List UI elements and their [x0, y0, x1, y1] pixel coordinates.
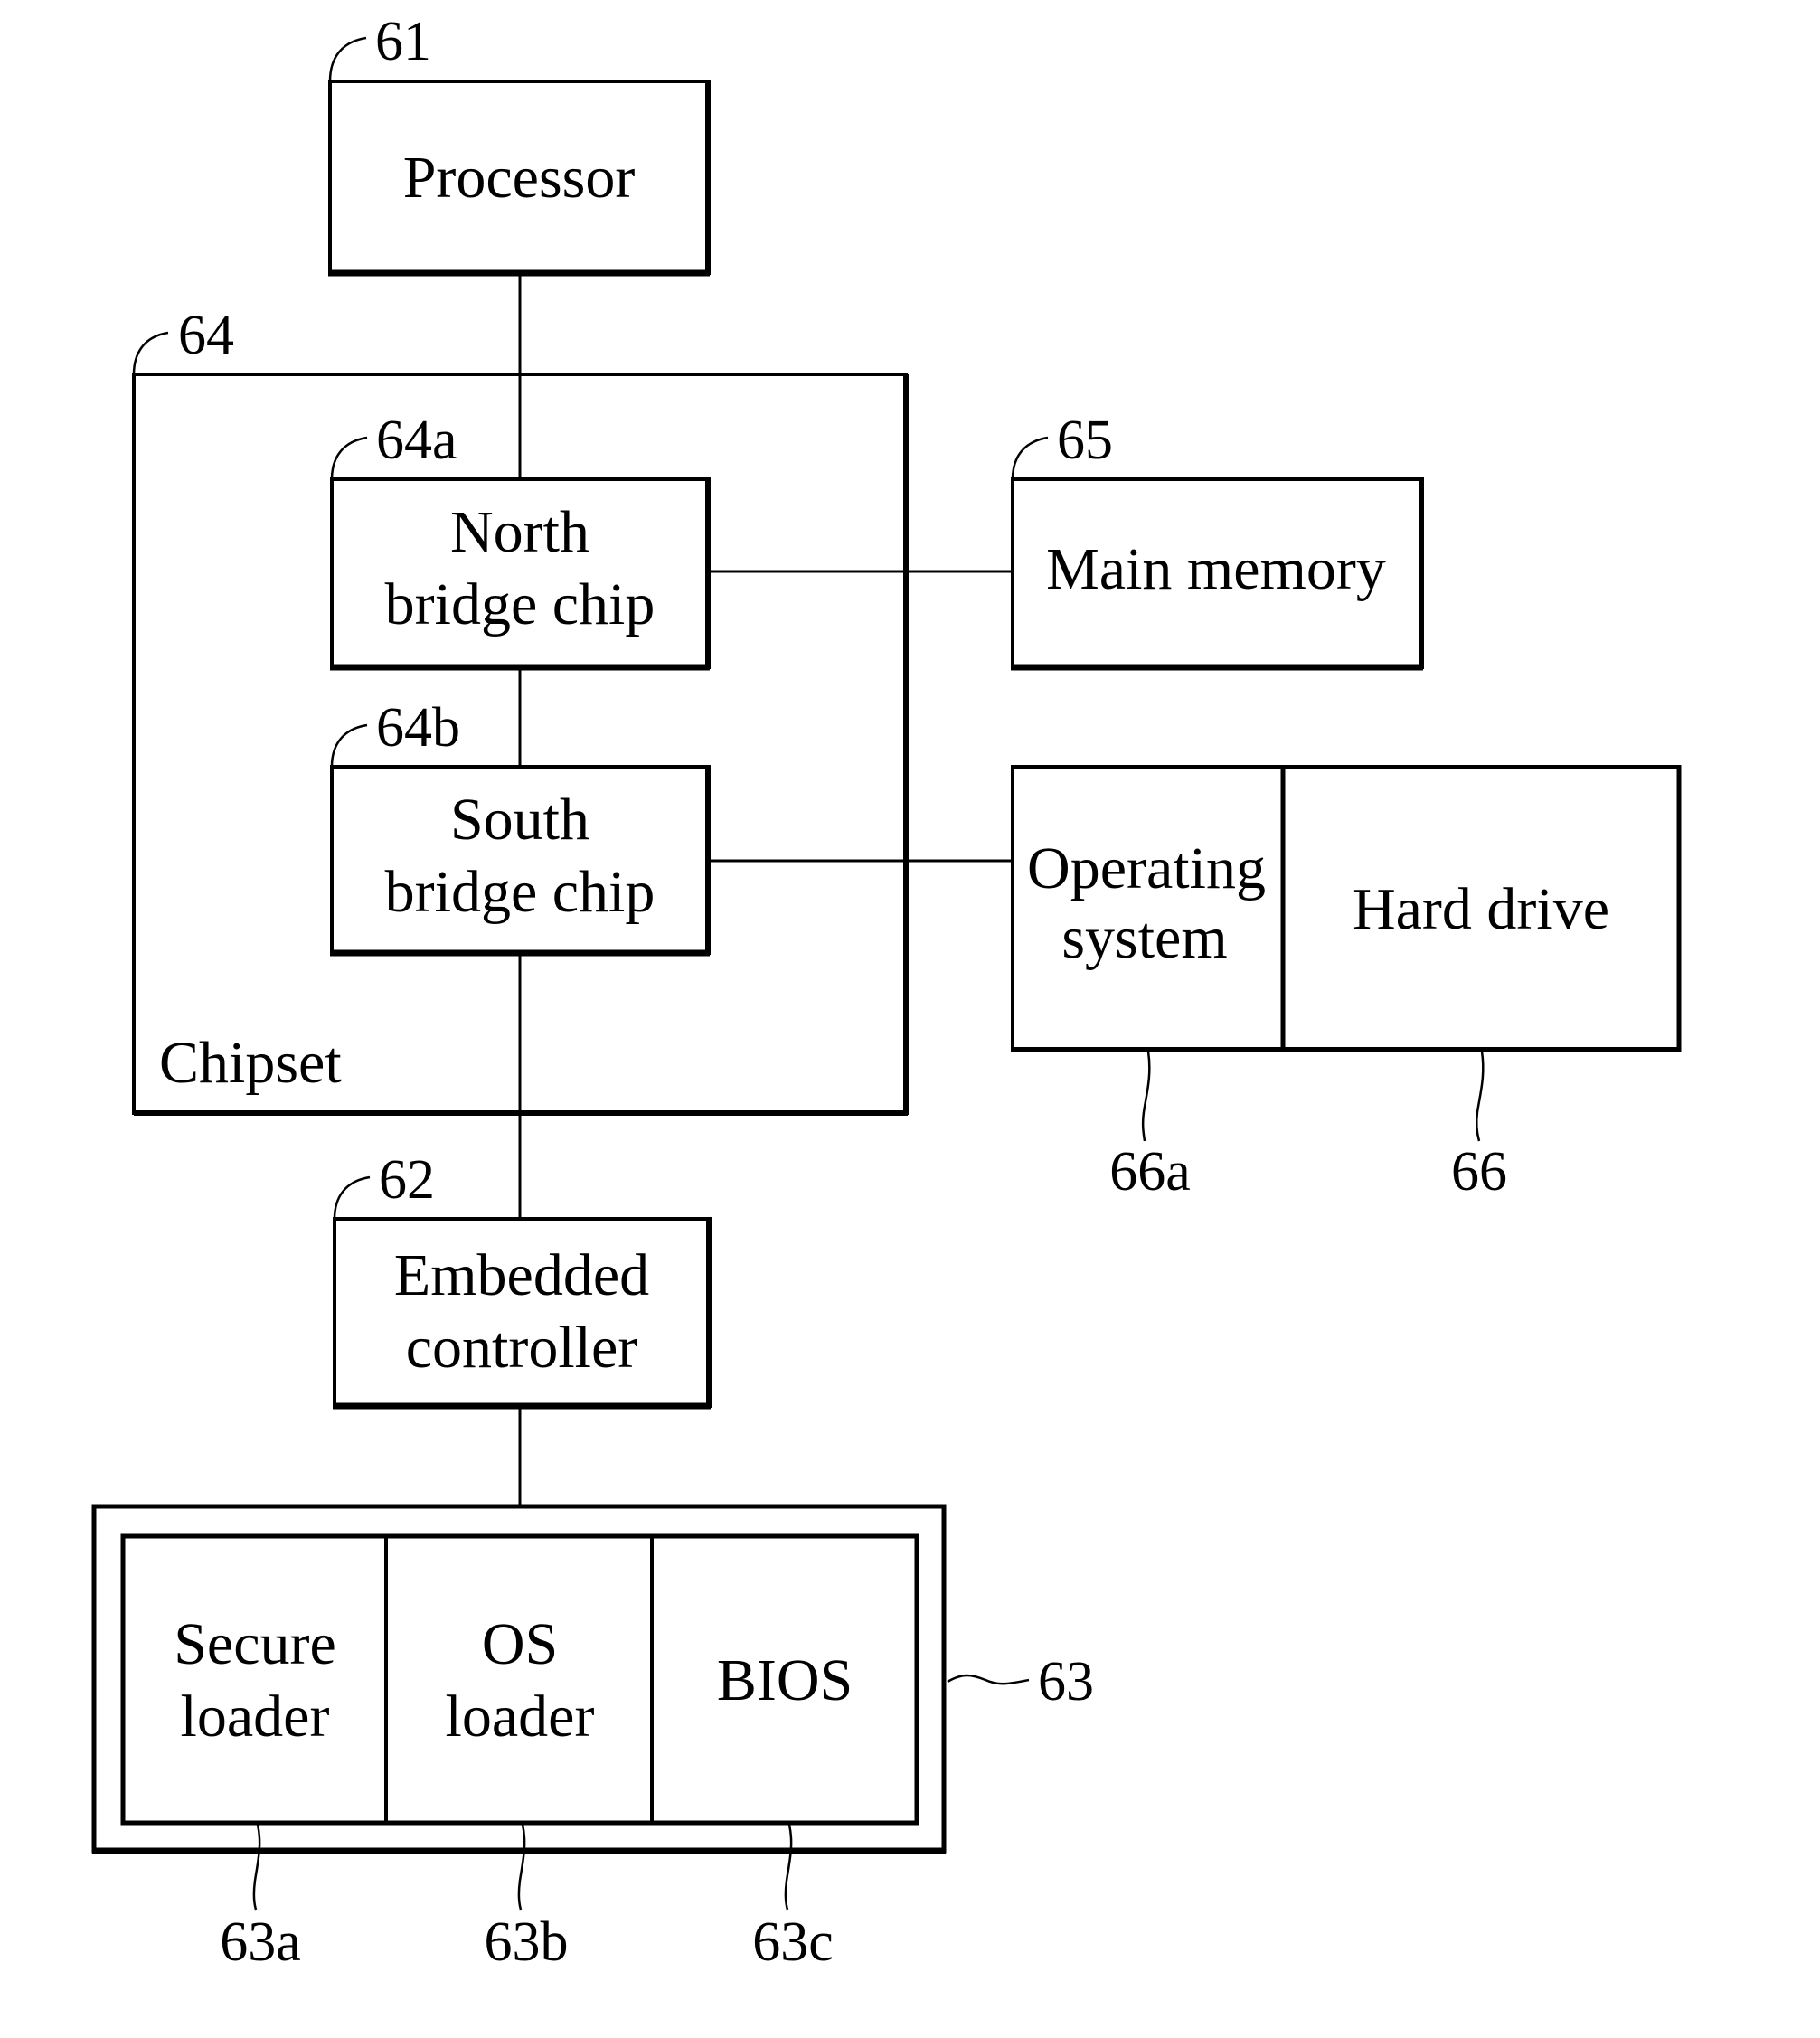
- embedded-controller-line1: Embedded: [394, 1242, 649, 1308]
- north-bridge-leader: [330, 436, 368, 480]
- chipset-label: Chipset: [159, 1030, 342, 1096]
- embedded-controller-leader: [333, 1175, 371, 1220]
- secure-loader-line2: loader: [181, 1684, 330, 1750]
- south-bridge-ref: 64b: [376, 697, 460, 759]
- os-loader-line1: OS: [482, 1611, 558, 1677]
- main-memory-label: Main memory: [1046, 536, 1386, 602]
- main-memory-box: Main memory: [1011, 477, 1424, 671]
- processor-ref: 61: [375, 11, 431, 72]
- secure-loader-ref: 63a: [220, 1911, 301, 1973]
- south-bridge-box: South bridge chip: [330, 765, 711, 957]
- embedded-controller-line2: controller: [406, 1315, 638, 1381]
- operating-system-ref: 66a: [1109, 1141, 1191, 1203]
- processor-leader: [328, 36, 367, 82]
- processor-box: Processor: [328, 80, 711, 277]
- main-memory-ref: 65: [1057, 410, 1113, 471]
- embedded-controller-box: Embedded controller: [333, 1217, 712, 1410]
- processor-label: Processor: [403, 145, 636, 211]
- hard-drive-box: Operating system Hard drive: [1011, 765, 1682, 1052]
- embedded-controller-ref: 62: [379, 1149, 435, 1211]
- south-bridge-leader: [330, 723, 368, 768]
- hard-drive-label: Hard drive: [1353, 876, 1609, 942]
- north-bridge-ref: 64a: [376, 410, 457, 471]
- north-bridge-line1: North: [450, 499, 589, 565]
- block-diagram: Chipset 64 Processor 61 North bridge chi…: [91, 11, 1682, 1973]
- secure-loader-line1: Secure: [174, 1611, 336, 1677]
- firmware-ref: 63: [1038, 1651, 1094, 1712]
- os-loader-line2: loader: [446, 1684, 595, 1750]
- bios-label: BIOS: [717, 1647, 853, 1713]
- hard-drive-ref: 66: [1451, 1141, 1507, 1203]
- hard-drive-leader: [1475, 1051, 1485, 1142]
- firmware-box: Secure loader OS loader BIOS: [91, 1504, 947, 1854]
- main-memory-leader: [1011, 436, 1049, 480]
- firmware-leader: [947, 1674, 1030, 1685]
- south-bridge-line2: bridge chip: [385, 859, 655, 925]
- operating-system-line2: system: [1061, 905, 1227, 971]
- north-bridge-box: North bridge chip: [330, 477, 711, 671]
- chipset-leader: [132, 331, 169, 375]
- north-bridge-line2: bridge chip: [385, 571, 655, 637]
- south-bridge-line1: South: [450, 787, 589, 853]
- chipset-ref: 64: [178, 305, 234, 366]
- operating-system-line1: Operating: [1027, 835, 1266, 901]
- bios-ref: 63c: [752, 1911, 834, 1973]
- os-loader-ref: 63b: [485, 1911, 569, 1973]
- operating-system-leader: [1141, 1051, 1151, 1142]
